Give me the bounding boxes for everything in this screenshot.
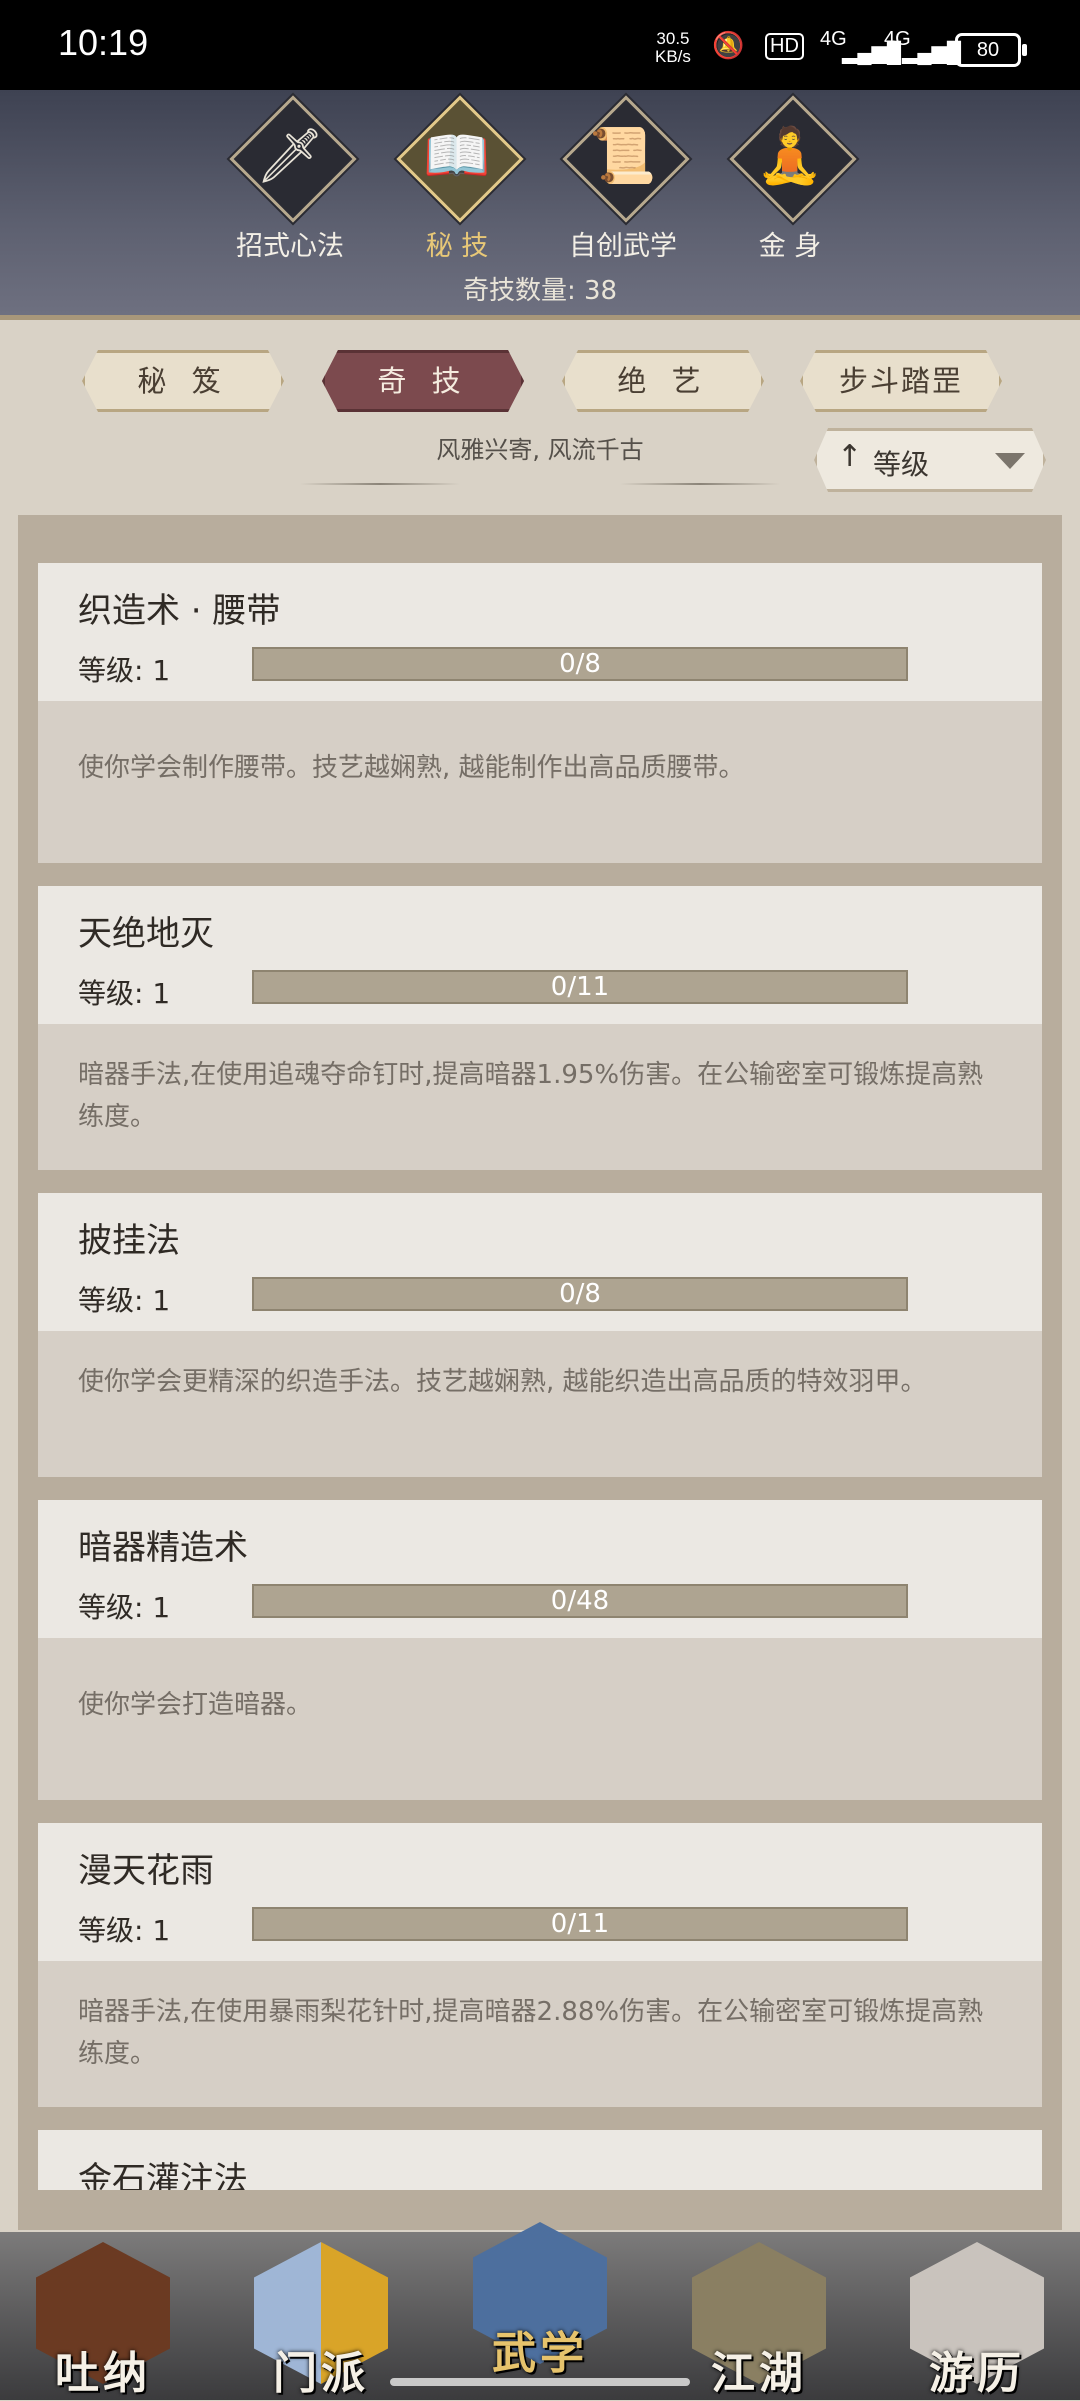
nav-sect[interactable]: 门派 xyxy=(246,2232,396,2400)
tech-count: 奇技数量: 38 xyxy=(462,276,618,306)
martial-header: 🗡 招式心法 📖 秘 技 📜 自创武学 🧘 金 身 奇技数量: 38 xyxy=(0,90,1080,320)
nav-label: 游历 xyxy=(929,2348,1025,2399)
tech-title: 披挂法 xyxy=(78,1221,180,1261)
nav-jianghu[interactable]: 江湖 xyxy=(684,2232,834,2400)
nav-breathing[interactable]: 吐纳 xyxy=(28,2232,178,2400)
chevron-down-icon xyxy=(995,453,1025,469)
top-tab-secret[interactable]: 📖 秘 技 xyxy=(375,95,524,262)
progress-text: 0/11 xyxy=(550,1909,610,1939)
tech-title: 金石灌注法 xyxy=(78,2160,248,2190)
tech-list[interactable]: 织造术 · 腰带 等级: 1 0/8 使你学会制作腰带。技艺越娴熟, 越能制作出… xyxy=(18,515,1062,2230)
tech-level: 等级: 1 xyxy=(78,654,171,687)
sort-label: 等级 xyxy=(873,448,930,481)
top-tab-label: 金 身 xyxy=(758,231,822,262)
tech-level: 等级: 1 xyxy=(78,977,171,1010)
tech-card[interactable]: 漫天花雨 等级: 1 0/11 暗器手法,在使用暴雨梨花针时,提高暗器2.88%… xyxy=(38,1823,1042,2107)
subtab-unique-art[interactable]: 绝 艺 xyxy=(562,350,764,412)
nav-travel[interactable]: 游历 xyxy=(902,2232,1052,2400)
signal-bars-icon-2: ▂▄▆█ xyxy=(902,42,962,64)
divider xyxy=(300,483,460,485)
tech-card[interactable]: 天绝地灭 等级: 1 0/11 暗器手法,在使用追魂夺命钉时,提高暗器1.95%… xyxy=(38,886,1042,1170)
subtab-manual[interactable]: 秘 笈 xyxy=(82,350,284,412)
top-tab-label: 自创武学 xyxy=(569,231,677,262)
tech-title: 天绝地灭 xyxy=(78,914,214,954)
progress-bar: 0/11 xyxy=(252,970,908,1004)
nav-martial[interactable]: 武学 xyxy=(465,2212,615,2380)
nav-label: 江湖 xyxy=(711,2348,807,2399)
tech-description: 暗器手法,在使用追魂夺命钉时,提高暗器1.95%伤害。在公输密室可锻炼提高熟练度… xyxy=(78,1060,984,1132)
tech-card-partial[interactable]: 金石灌注法 xyxy=(38,2130,1042,2190)
tech-card[interactable]: 暗器精造术 等级: 1 0/48 使你学会打造暗器。 xyxy=(38,1500,1042,1800)
nav-label: 武学 xyxy=(492,2328,588,2379)
sort-arrow-icon: ↑ xyxy=(837,439,863,474)
divider xyxy=(620,483,780,485)
sword-icon: 🗡 xyxy=(255,124,325,187)
tech-title: 漫天花雨 xyxy=(78,1851,214,1891)
progress-text: 0/48 xyxy=(550,1586,610,1616)
status-bar: 10:19 30.5 KB/s 🔕 HD 4G ▂▄▆█ 4G ▂▄▆█ 80 xyxy=(0,0,1080,90)
tech-title: 暗器精造术 xyxy=(78,1528,248,1568)
subtab-tech[interactable]: 奇 技 xyxy=(322,350,524,412)
progress-bar: 0/11 xyxy=(252,1907,908,1941)
tech-description: 暗器手法,在使用暴雨梨花针时,提高暗器2.88%伤害。在公输密室可锻炼提高熟练度… xyxy=(78,1997,984,2069)
tech-card[interactable]: 披挂法 等级: 1 0/8 使你学会更精深的织造手法。技艺越娴熟, 越能织造出高… xyxy=(38,1193,1042,1477)
tech-card[interactable]: 织造术 · 腰带 等级: 1 0/8 使你学会制作腰带。技艺越娴熟, 越能制作出… xyxy=(38,563,1042,863)
sort-dropdown[interactable]: ↑ 等级 xyxy=(814,428,1046,492)
net-speed: 30.5 KB/s xyxy=(655,30,691,66)
scroll-icon: 📜 xyxy=(589,124,657,187)
top-tab-custom-martial[interactable]: 📜 自创武学 xyxy=(541,95,690,262)
book-icon: 📖 xyxy=(423,124,491,187)
tech-level: 等级: 1 xyxy=(78,1591,171,1624)
motto-text: 风雅兴寄, 风流千古 xyxy=(436,436,644,464)
top-tab-moves[interactable]: 🗡 招式心法 xyxy=(208,95,357,262)
progress-bar: 0/48 xyxy=(252,1584,908,1618)
subtab-star-step[interactable]: 步斗踏罡 xyxy=(800,350,1002,412)
progress-text: 0/11 xyxy=(550,972,610,1002)
top-tab-label: 秘 技 xyxy=(425,231,489,262)
clock: 10:19 xyxy=(58,22,149,63)
tech-level: 等级: 1 xyxy=(78,1284,171,1317)
nav-label: 吐纳 xyxy=(55,2348,151,2399)
top-tab-golden-body[interactable]: 🧘 金 身 xyxy=(708,95,857,262)
progress-text: 0/8 xyxy=(559,649,601,679)
tech-description: 使你学会打造暗器。 xyxy=(78,1690,313,1720)
hd-icon: HD xyxy=(765,33,804,60)
nav-label: 门派 xyxy=(273,2348,369,2399)
net-speed-unit: KB/s xyxy=(655,47,691,66)
meditation-icon: 🧘 xyxy=(756,124,824,187)
tech-title: 织造术 · 腰带 xyxy=(78,591,281,631)
bottom-nav: 吐纳 门派 武学 江湖 游历 xyxy=(0,2222,1080,2400)
mute-vibrate-icon: 🔕 xyxy=(712,30,745,60)
progress-bar: 0/8 xyxy=(252,1277,908,1311)
home-indicator[interactable] xyxy=(390,2378,690,2386)
top-tab-label: 招式心法 xyxy=(236,231,344,262)
progress-bar: 0/8 xyxy=(252,647,908,681)
tech-level: 等级: 1 xyxy=(78,1914,171,1947)
tech-description: 使你学会更精深的织造手法。技艺越娴熟, 越能织造出高品质的特效羽甲。 xyxy=(78,1367,927,1397)
progress-text: 0/8 xyxy=(559,1279,601,1309)
tech-description: 使你学会制作腰带。技艺越娴熟, 越能制作出高品质腰带。 xyxy=(78,753,745,783)
net-speed-value: 30.5 xyxy=(656,29,690,48)
battery-icon: 80 xyxy=(955,33,1027,67)
